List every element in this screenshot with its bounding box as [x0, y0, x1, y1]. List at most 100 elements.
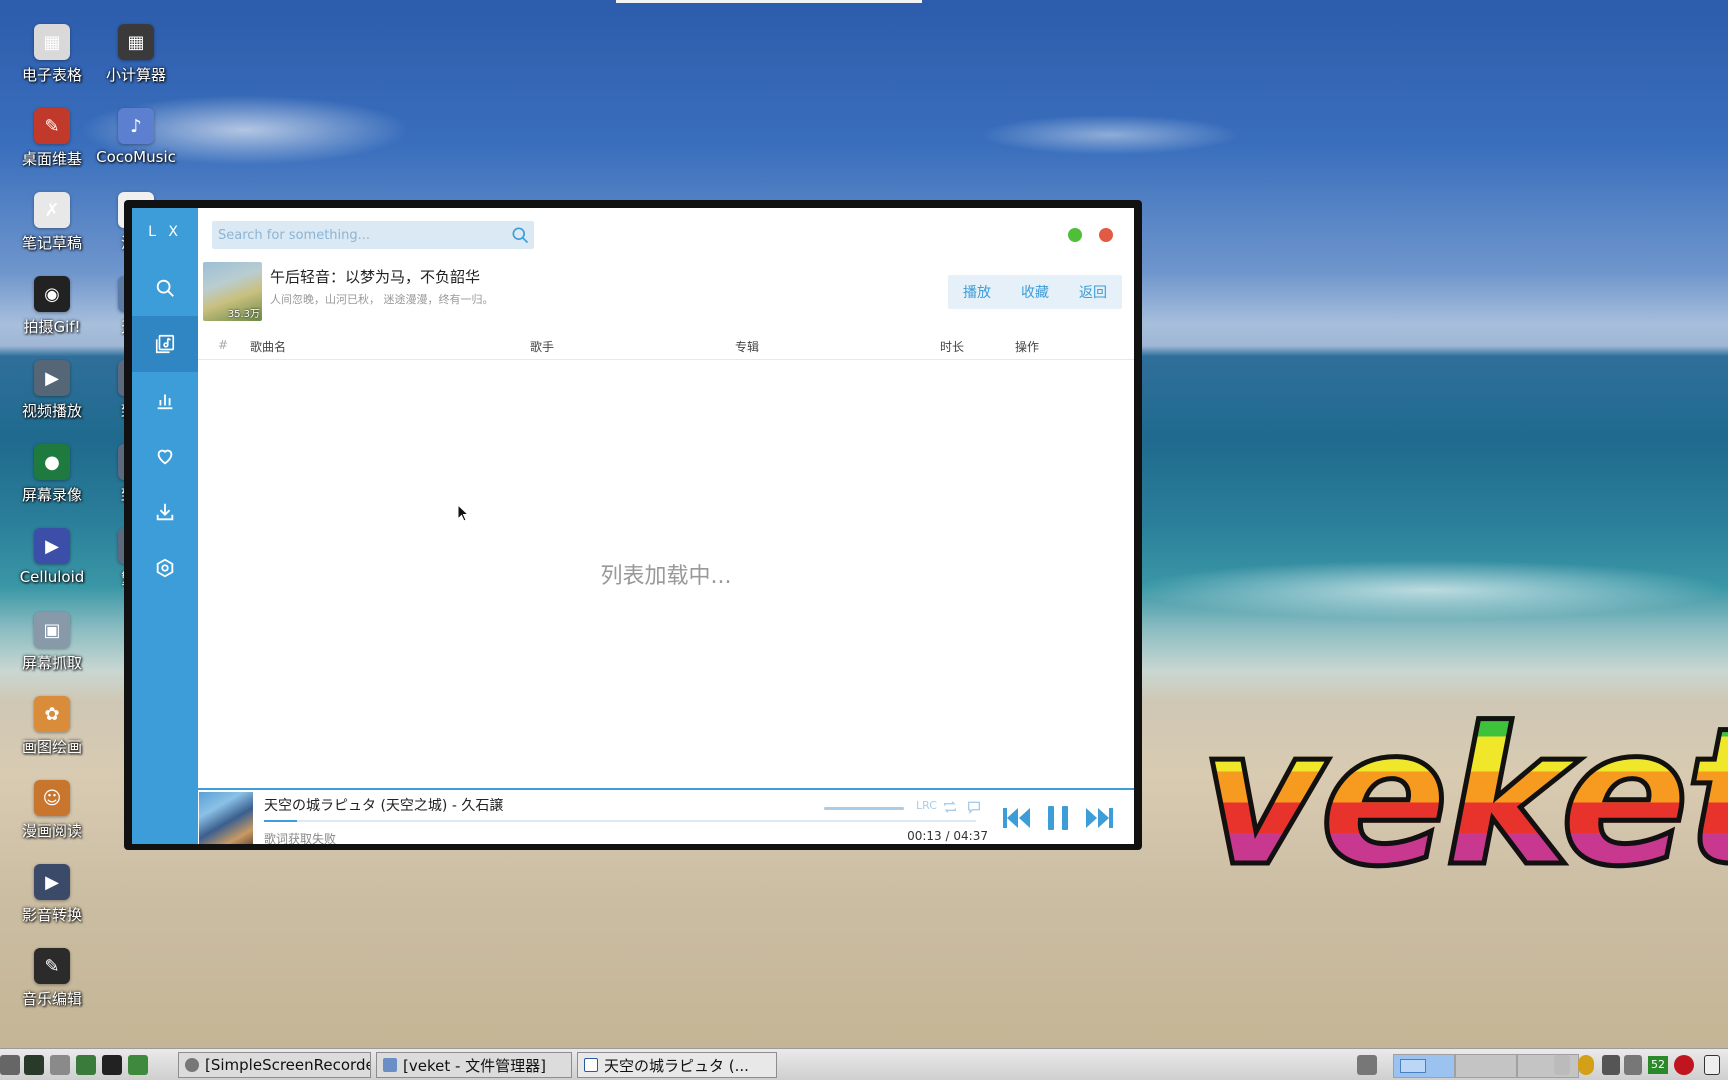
clipboard-icon[interactable]	[1704, 1055, 1720, 1075]
record-icon[interactable]	[1674, 1055, 1694, 1075]
keyboard-icon[interactable]	[1554, 1055, 1570, 1075]
nav-songlist[interactable]	[132, 316, 198, 372]
desktop-shortcut[interactable]: ▦ 小计算器	[94, 18, 178, 98]
workspace-1[interactable]	[1393, 1054, 1455, 1078]
collect-button[interactable]: 收藏	[1006, 275, 1064, 309]
nav-settings[interactable]	[132, 540, 198, 596]
settings-launcher-icon[interactable]	[50, 1055, 70, 1075]
desktop-shortcut-label: CocoMusic	[96, 148, 176, 166]
col-artist: 歌手	[530, 340, 555, 354]
camera-icon: ◉	[34, 276, 70, 312]
desktop-shortcut[interactable]: ✗ 笔记草稿	[10, 186, 94, 266]
volume-slider[interactable]	[824, 807, 904, 810]
music-editor-icon: ✎	[34, 948, 70, 984]
workspace-2[interactable]	[1455, 1054, 1517, 1078]
progress-bar[interactable]	[264, 820, 976, 822]
sidebar: L X	[132, 208, 198, 844]
col-actions: 操作	[1015, 340, 1040, 354]
desktop-shortcut-label: 屏幕抓取	[21, 654, 82, 672]
playlist-title: 午后轻音：以梦为马，不负韶华	[270, 268, 481, 286]
current-time: 00:13	[907, 829, 942, 843]
music-list-icon	[155, 334, 175, 354]
video-player-icon: ▶	[34, 360, 70, 396]
next-track-button[interactable]	[1084, 805, 1114, 831]
disk-icon[interactable]	[1578, 1055, 1594, 1075]
desktop-shortcut[interactable]: ✎ 桌面维基	[10, 102, 94, 182]
desktop-shortcut-label: 画图绘画	[21, 738, 82, 756]
desktop-shortcut[interactable]: ▶ Celluloid	[10, 522, 94, 602]
nav-search[interactable]	[132, 260, 198, 316]
paint-icon: ✿	[34, 696, 70, 732]
task-file-manager[interactable]: [veket - 文件管理器]	[376, 1052, 572, 1078]
notes-icon: ✗	[34, 192, 70, 228]
heart-icon	[157, 449, 173, 465]
desktop-shortcut[interactable]: ▶ 影音转换	[10, 858, 94, 938]
close-button[interactable]	[1099, 228, 1113, 242]
total-time: 04:37	[953, 829, 988, 843]
workspace-window-thumb	[1400, 1059, 1426, 1073]
desktop-shortcut[interactable]: ☺ 漫画阅读	[10, 774, 94, 854]
desktop-shortcut[interactable]: ▣ 屏幕抓取	[10, 606, 94, 686]
loop-icon[interactable]	[942, 799, 958, 815]
task-music-window[interactable]: 天空の城ラピュタ (...	[577, 1052, 777, 1078]
col-index: #	[218, 338, 229, 352]
network-icon[interactable]	[1602, 1055, 1620, 1075]
search-box[interactable]	[212, 221, 534, 249]
track-cover[interactable]	[199, 792, 253, 844]
desktop-shortcut-label: 小计算器	[105, 66, 166, 84]
pause-button[interactable]	[1044, 803, 1072, 833]
lrc-toggle-button[interactable]: LRC	[916, 799, 937, 812]
progress-fill	[264, 820, 298, 822]
browser-icon[interactable]	[128, 1055, 148, 1075]
settings-icon	[156, 558, 174, 578]
search-icon	[156, 279, 174, 297]
mouse-cursor	[457, 504, 469, 522]
system-monitor-icon[interactable]	[24, 1055, 44, 1075]
volume-icon[interactable]	[1624, 1055, 1642, 1075]
task-screen-recorder[interactable]: [SimpleScreenRecorder]	[178, 1052, 371, 1078]
desktop-shortcut-label: 电子表格	[21, 66, 82, 84]
top-panel-strip	[616, 0, 922, 3]
favorite-add-icon[interactable]	[966, 799, 982, 815]
desktop-shortcut[interactable]: ♪ CocoMusic	[94, 102, 178, 182]
desktop-shortcut[interactable]: ● 屏幕录像	[10, 438, 94, 518]
desktop-shortcut[interactable]: ✎ 音乐编辑	[10, 942, 94, 1022]
desktop-shortcut[interactable]: ✿ 画图绘画	[10, 690, 94, 770]
play-all-button[interactable]: 播放	[948, 275, 1006, 309]
screenshot-tray-icon[interactable]	[1357, 1055, 1377, 1075]
time-readout: 00:13 / 04:37	[898, 829, 988, 843]
nav-download[interactable]	[132, 484, 198, 540]
col-duration: 时长	[940, 340, 965, 354]
comic-reader-icon: ☺	[34, 780, 70, 816]
minimize-button[interactable]	[1068, 228, 1082, 242]
play-launcher-icon[interactable]	[76, 1055, 96, 1075]
desktop-shortcut-label: 影音转换	[21, 906, 82, 924]
col-album: 专辑	[735, 340, 760, 354]
start-menu-icon[interactable]	[0, 1055, 20, 1075]
nav-leaderboard[interactable]	[132, 372, 198, 428]
search-input[interactable]	[212, 221, 502, 249]
download-icon	[156, 503, 174, 521]
nav-favorites[interactable]	[132, 428, 198, 484]
search-icon[interactable]	[510, 225, 530, 245]
track-title: 天空の城ラピュタ (天空之城) - 久石譲	[264, 798, 504, 814]
task-label: [SimpleScreenRecorder]	[205, 1056, 371, 1074]
lx-music-window: L X Search for something... 35.3万 午后轻音：以…	[124, 200, 1142, 850]
back-button[interactable]: 返回	[1064, 275, 1122, 309]
cpu-indicator: 52	[1648, 1056, 1668, 1074]
desktop-shortcut[interactable]: ◉ 拍摄Gif!	[10, 270, 94, 350]
player-bar: 天空の城ラピュタ (天空之城) - 久石譲 歌词获取失败 LRC 00:13 /…	[198, 788, 1134, 844]
previous-track-button[interactable]	[1002, 805, 1032, 831]
cocomusic-icon: ♪	[118, 108, 154, 144]
veket-logo: veket	[1200, 688, 1728, 908]
desktop-shortcut[interactable]: ▦ 电子表格	[10, 18, 94, 98]
media-convert-icon: ▶	[34, 864, 70, 900]
song-table-header: # 歌曲名 歌手 专辑 时长 操作	[198, 330, 1134, 360]
volume-fill	[824, 807, 904, 810]
screenshot-icon: ▣	[34, 612, 70, 648]
terminal-icon[interactable]	[102, 1055, 122, 1075]
app-content: L X Search for something... 35.3万 午后轻音：以…	[132, 208, 1134, 844]
desktop-shortcut-label: 拍摄Gif!	[23, 318, 81, 336]
desktop-shortcut[interactable]: ▶ 视频播放	[10, 354, 94, 434]
playlist-actions: 播放 收藏 返回	[948, 275, 1122, 309]
